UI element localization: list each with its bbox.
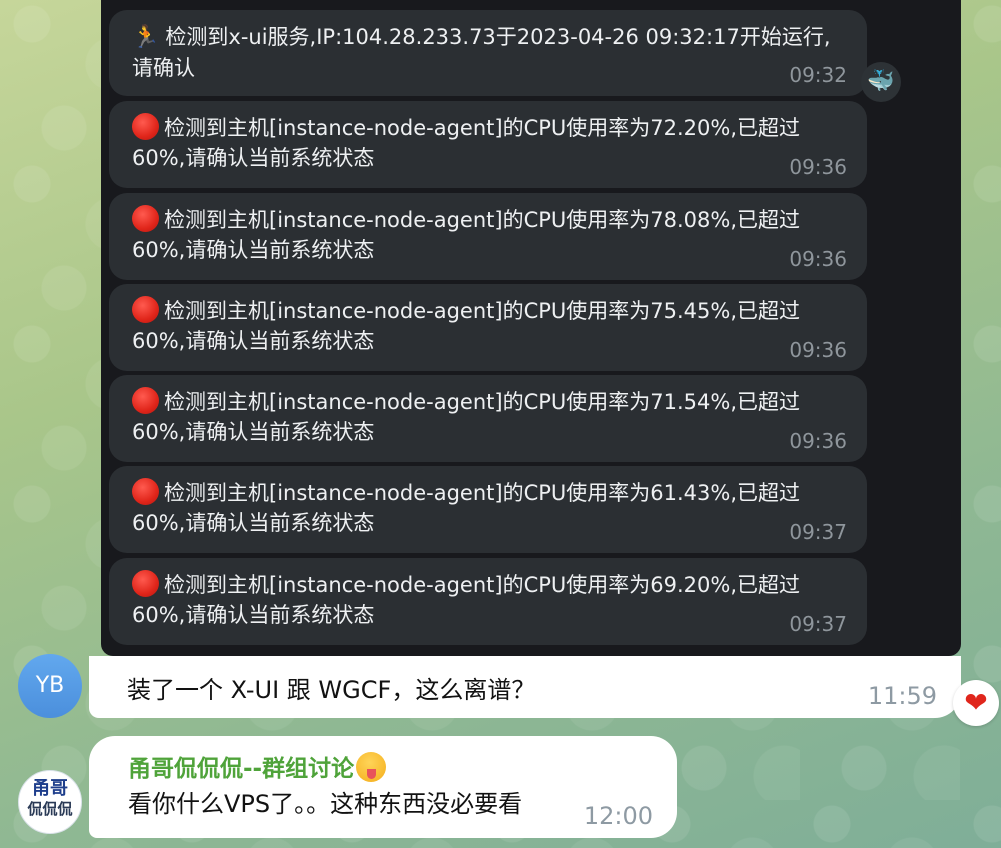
whale-icon: 🐳 [861, 62, 901, 102]
tongue-out-emoji [356, 752, 387, 782]
message-time: 11:59 [867, 682, 937, 710]
red-circle-icon [132, 113, 159, 140]
screenshot-message-time: 09:36 [789, 338, 847, 362]
avatar[interactable]: 甬哥 侃侃侃 [18, 770, 82, 834]
avatar[interactable]: YB [18, 654, 82, 718]
screenshot-message: 检测到主机[instance-node-agent]的CPU使用率为72.20%… [109, 101, 867, 188]
message-time: 12:00 [583, 802, 653, 830]
screenshot-message-text: 检测到主机[instance-node-agent]的CPU使用率为78.08%… [132, 208, 801, 262]
screenshot-message: 🏃 检测到x-ui服务,IP:104.28.233.73于2023-04-26 0… [109, 10, 867, 96]
red-circle-icon [132, 296, 159, 323]
avatar-line2: 侃侃侃 [27, 800, 73, 818]
screenshot-message: 检测到主机[instance-node-agent]的CPU使用率为78.08%… [109, 193, 867, 280]
screenshot-message: 检测到主机[instance-node-agent]的CPU使用率为61.43%… [109, 466, 867, 553]
runner-icon: 🏃 [132, 25, 160, 50]
screenshot-message-text: 检测到主机[instance-node-agent]的CPU使用率为71.54%… [132, 390, 801, 444]
screenshot-message-time: 09:36 [789, 429, 847, 453]
red-circle-icon [132, 205, 159, 232]
screenshot-message: 检测到主机[instance-node-agent]的CPU使用率为71.54%… [109, 375, 867, 462]
heart-icon[interactable]: ❤ [953, 680, 999, 726]
red-circle-icon [132, 478, 159, 505]
screenshot-message-text: 检测到主机[instance-node-agent]的CPU使用率为61.43%… [132, 481, 801, 535]
screenshot-message-text: 检测到x-ui服务,IP:104.28.233.73于2023-04-26 09… [132, 25, 831, 80]
screenshot-message-text: 检测到主机[instance-node-agent]的CPU使用率为72.20%… [132, 116, 801, 170]
message-text: 装了一个 X-UI 跟 WGCF，这么离谱？ [127, 676, 536, 704]
message-bubble[interactable]: 装了一个 X-UI 跟 WGCF，这么离谱？ 11:59 [89, 656, 961, 718]
screenshot-message-time: 09:36 [789, 247, 847, 271]
screenshot-message-text: 检测到主机[instance-node-agent]的CPU使用率为69.20%… [132, 573, 801, 627]
avatar-line1: 甬哥 [32, 778, 68, 799]
red-circle-icon [132, 387, 159, 414]
sender-name-text: 甬哥侃侃侃--群组讨论 [128, 756, 355, 782]
screenshot-message-text: 检测到主机[instance-node-agent]的CPU使用率为75.45%… [132, 299, 801, 353]
message-bubble[interactable]: 甬哥侃侃侃--群组讨论 看你什么VPS了。。这种东西没必要看 12:00 [89, 736, 677, 838]
screenshot-message: 检测到主机[instance-node-agent]的CPU使用率为69.20%… [109, 558, 867, 645]
avatar-initials: YB [35, 673, 65, 698]
screenshot-message-time: 09:32 [789, 63, 847, 87]
screenshot-message-time: 09:37 [789, 520, 847, 544]
screenshot-message-time: 09:36 [789, 155, 847, 179]
forwarded-screenshot[interactable]: 🏃 检测到x-ui服务,IP:104.28.233.73于2023-04-26 0… [101, 0, 961, 656]
red-circle-icon [132, 570, 159, 597]
screenshot-message-time: 09:37 [789, 612, 847, 636]
screenshot-message: 检测到主机[instance-node-agent]的CPU使用率为75.45%… [109, 284, 867, 371]
sender-name[interactable]: 甬哥侃侃侃--群组讨论 [128, 752, 677, 784]
